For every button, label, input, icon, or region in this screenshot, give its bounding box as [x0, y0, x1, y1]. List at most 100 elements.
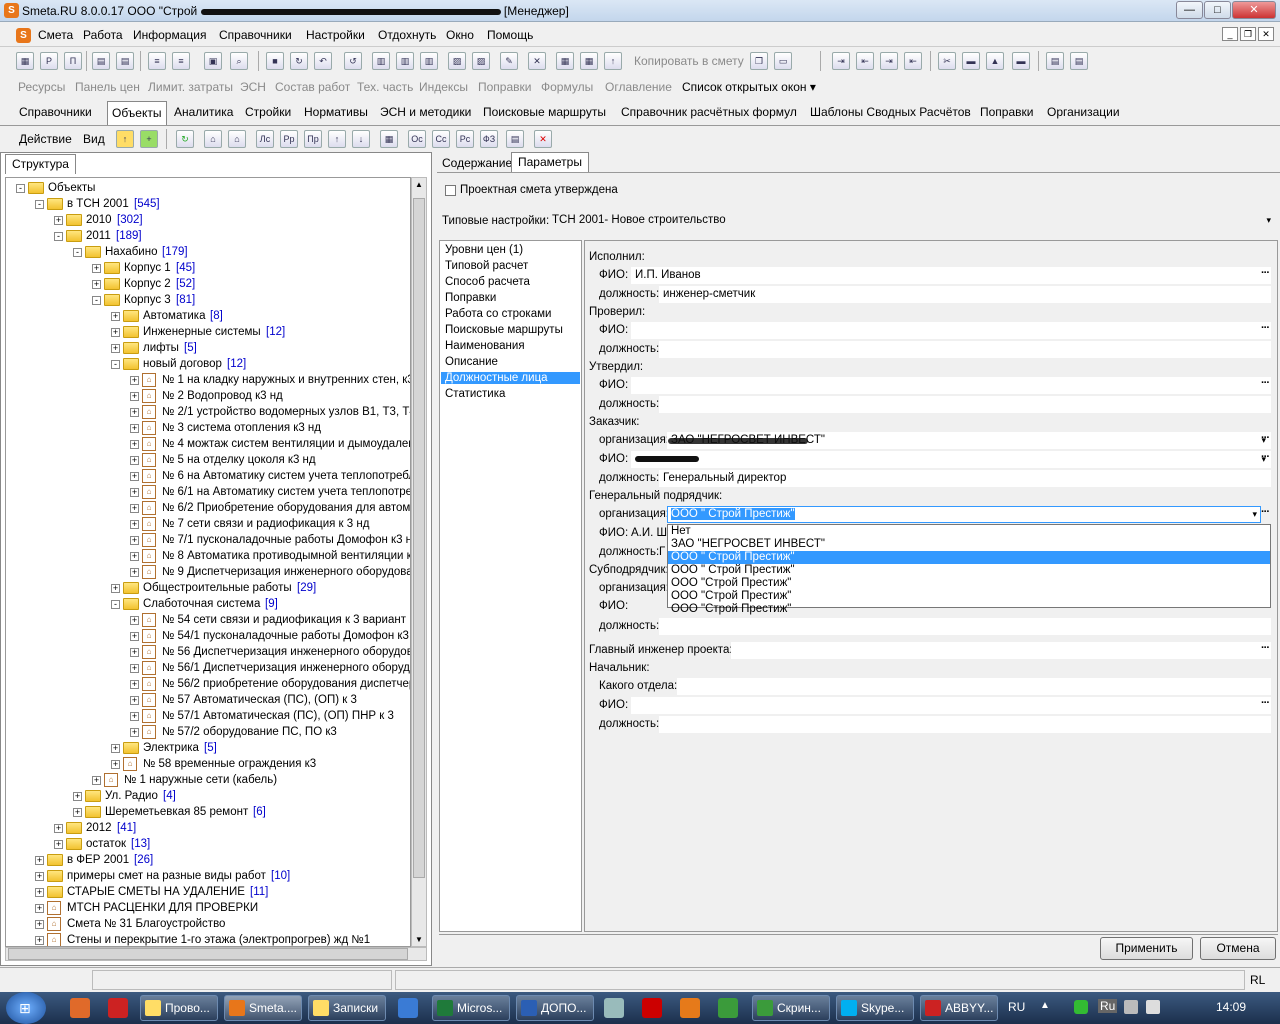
collapse-icon[interactable]: - — [73, 248, 82, 257]
head-fio-more-button[interactable]: ··· — [1261, 697, 1270, 709]
toolbar-icon-4[interactable]: ▤ — [92, 52, 110, 70]
approved-pos-field[interactable] — [659, 396, 1271, 413]
expand-icon[interactable]: + — [92, 264, 101, 273]
expand-icon[interactable]: + — [130, 536, 139, 545]
tree-node[interactable]: + ⌂ № 9 Диспетчеризация инженерного оборуд… — [6, 564, 410, 580]
tab-esn-methods[interactable]: ЭСН и методики — [380, 101, 471, 125]
expand-icon[interactable]: + — [111, 760, 120, 769]
tree-node[interactable]: - новый договор [12] — [6, 356, 406, 372]
expand-icon[interactable]: + — [35, 920, 44, 929]
expand-icon[interactable]: + — [130, 392, 139, 401]
indent-icon-3[interactable]: ⇥ — [880, 52, 898, 70]
executor-fio-field[interactable]: И.П. Иванов — [631, 267, 1271, 284]
sub-pos-field[interactable] — [659, 618, 1271, 635]
toolbar-icon-8[interactable]: ▣ — [204, 52, 222, 70]
toolbar-icon-7[interactable]: ≡ — [172, 52, 190, 70]
executor-fio-more-button[interactable]: ··· — [1261, 267, 1270, 279]
toolbar-icon-6[interactable]: ≡ — [148, 52, 166, 70]
tree-node[interactable]: + ⌂ № 54 сети связи и радиофикация к 3 вар… — [6, 612, 406, 628]
taskbar-word[interactable]: ДОПО... — [516, 995, 594, 1021]
approved-fio-more-button[interactable]: ··· — [1261, 377, 1270, 389]
collapse-icon[interactable]: - — [111, 600, 120, 609]
customer-org-select[interactable]: ЗАО "НЕГРОСВЕТ ИНВЕСТ"▾ — [667, 432, 1271, 449]
tab-contents[interactable]: Содержание — [442, 156, 512, 170]
dropdown-option[interactable]: ООО "Строй Престиж" — [668, 603, 1270, 616]
tree-node[interactable]: + ⌂ № 8 Автоматика противодымной вентиляци… — [6, 548, 410, 564]
resources-button[interactable]: Ресурсы — [18, 80, 65, 94]
tab-norms[interactable]: Нормативы — [304, 101, 368, 125]
toolbar-icon-14[interactable]: ▦ — [556, 52, 574, 70]
download-icon[interactable] — [398, 998, 418, 1018]
expand-icon[interactable]: + — [130, 568, 139, 577]
tab-search-routes[interactable]: Поисковые маршруты — [483, 101, 606, 125]
expand-icon[interactable]: + — [111, 584, 120, 593]
mdi-close-button[interactable]: ✕ — [1258, 27, 1274, 41]
move-up-icon[interactable]: ↑ — [328, 130, 346, 148]
expand-icon[interactable]: + — [92, 776, 101, 785]
expand-icon[interactable]: + — [130, 552, 139, 561]
helmet-icon[interactable]: ▲ — [986, 52, 1004, 70]
object-icon-4[interactable]: ▤ — [506, 130, 524, 148]
formulas-button[interactable]: Формулы — [541, 80, 593, 94]
rs-icon[interactable]: Рс — [456, 130, 474, 148]
dropdown-option[interactable]: ООО "Строй Престиж" — [668, 590, 1270, 603]
menu-references[interactable]: Справочники — [219, 28, 292, 42]
tree-node[interactable]: + ⌂ № 57 Автоматическая (ПС), (ОП) к 3 — [6, 692, 406, 708]
expand-icon[interactable]: + — [54, 824, 63, 833]
expand-icon[interactable]: + — [130, 632, 139, 641]
tree-node[interactable]: +2012 [41] — [6, 820, 406, 836]
paste-icon[interactable]: ▭ — [774, 52, 792, 70]
collapse-icon[interactable]: - — [16, 184, 25, 193]
approved-checkbox[interactable] — [445, 185, 456, 196]
tech-part-button[interactable]: Тех. часть — [357, 80, 413, 94]
menu-info[interactable]: Информация — [133, 28, 206, 42]
media-player-icon[interactable] — [70, 998, 90, 1018]
taskbar-smeta[interactable]: Smeta.... — [224, 995, 302, 1021]
copy-icon[interactable]: ❐ — [750, 52, 768, 70]
tree-node[interactable]: + ⌂ № 6/1 на Автоматику систем учета тепло… — [6, 484, 410, 500]
tree-node[interactable]: + ⌂ № 2 Водопровод к3 нд — [6, 388, 406, 404]
chief-engineer-more-button[interactable]: ··· — [1261, 642, 1270, 654]
tree-node[interactable]: + СТАРЫЕ СМЕТЫ НА УДАЛЕНИЕ [11] — [6, 884, 406, 900]
general-fio-value[interactable]: А.И. Ш — [631, 527, 667, 539]
customer-pos-field[interactable]: Генеральный директор — [659, 470, 1271, 487]
tab-references[interactable]: Справочники — [19, 101, 92, 125]
firefox-icon[interactable] — [680, 998, 700, 1018]
menu-help[interactable]: Помощь — [487, 28, 533, 42]
settings-nav-item[interactable]: Способ расчета — [445, 276, 530, 288]
tree-node[interactable]: - 2011 [189] — [6, 228, 406, 244]
taskbar-abbyy[interactable]: ABBYY... — [920, 995, 998, 1021]
approved-fio-field[interactable] — [631, 377, 1271, 394]
rr-icon[interactable]: Рр — [280, 130, 298, 148]
toolbar-icon-15[interactable]: ▦ — [580, 52, 598, 70]
expand-icon[interactable]: + — [35, 856, 44, 865]
tree-node[interactable]: + в ФЕР 2001 [26] — [6, 852, 406, 868]
contents-button[interactable]: Оглавление — [605, 80, 672, 94]
toolbar-icon-3[interactable]: П — [64, 52, 82, 70]
refresh-tree-icon[interactable]: ↻ — [176, 130, 194, 148]
tree-node[interactable]: + ⌂ № 56/2 приобретение оборудования диспе… — [6, 676, 410, 692]
work-composition-button[interactable]: Состав работ — [275, 80, 350, 94]
dropdown-option[interactable]: Нет — [668, 525, 1270, 538]
expand-icon[interactable]: + — [54, 216, 63, 225]
toolbar-icon-10[interactable]: ▥ — [396, 52, 414, 70]
typical-settings-select[interactable]: ТСН 2001- Новое строительство ▾ — [549, 213, 1275, 230]
head-dept-field[interactable] — [677, 678, 1271, 695]
folder-new-icon[interactable]: + — [140, 130, 158, 148]
view-menu[interactable]: Вид — [83, 132, 105, 146]
ls-icon[interactable]: Лс — [256, 130, 274, 148]
object-icon-1[interactable]: ⌂ — [204, 130, 222, 148]
tree-node[interactable]: +2010 [302] — [6, 212, 406, 228]
object-tree[interactable]: - Объекты - в ТСН 2001 [545] +2010 [302] -2011[… — [5, 177, 411, 947]
ss-icon[interactable]: Сс — [432, 130, 450, 148]
expand-icon[interactable]: + — [35, 888, 44, 897]
taskbar-notes[interactable]: Записки — [308, 995, 386, 1021]
toolbar-icon-9[interactable]: ▥ — [372, 52, 390, 70]
menu-relax[interactable]: Отдохнуть — [378, 28, 436, 42]
expand-icon[interactable]: + — [92, 280, 101, 289]
acrobat-icon[interactable] — [642, 998, 662, 1018]
mdi-restore-button[interactable]: ❐ — [1240, 27, 1256, 41]
indexes-button[interactable]: Индексы — [419, 80, 468, 94]
indent-icon-1[interactable]: ⇥ — [832, 52, 850, 70]
customer-fio-more-button[interactable]: ··· — [1261, 451, 1270, 463]
